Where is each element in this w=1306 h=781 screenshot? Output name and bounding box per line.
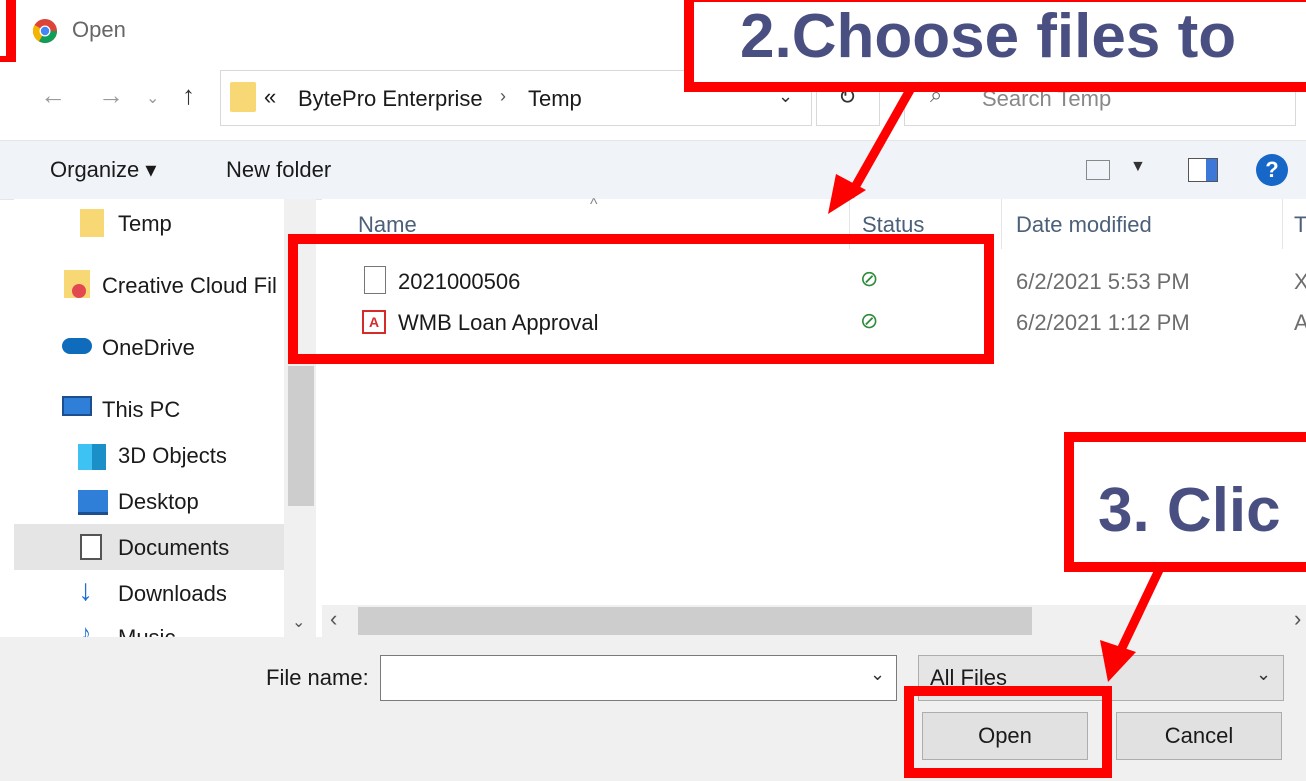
arrow-step3-head xyxy=(1100,640,1136,682)
annotation-arrows xyxy=(828,87,1165,682)
arrow-step3 xyxy=(1115,566,1165,654)
arrow-step2 xyxy=(846,87,914,199)
